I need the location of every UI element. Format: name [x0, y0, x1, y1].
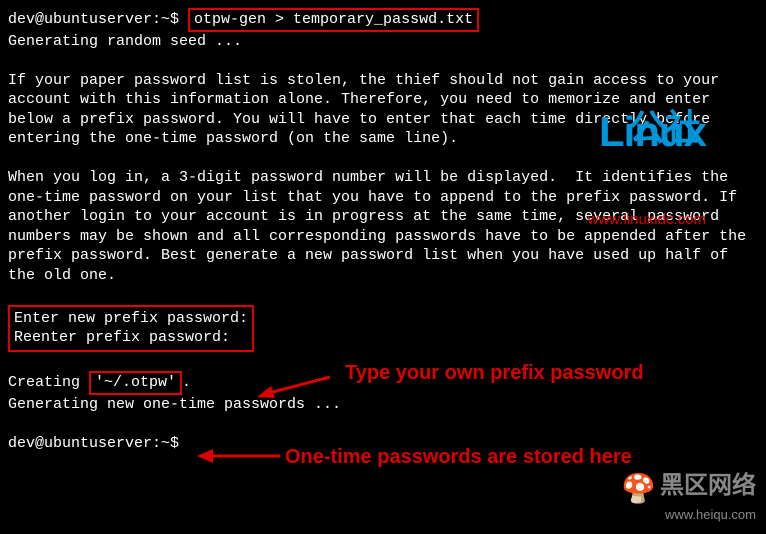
prompt: dev@ubuntuserver:~$ [8, 11, 188, 28]
command-highlight: otpw-gen > temporary_passwd.txt [188, 8, 479, 32]
generating-line: Generating new one-time passwords ... [8, 395, 758, 415]
paragraph-1: If your paper password list is stolen, t… [8, 71, 758, 149]
arrow-icon [195, 446, 285, 466]
watermark-heiqu-url: www.heiqu.com [621, 507, 756, 524]
reenter-line: Reenter prefix password: [14, 328, 248, 348]
annotation-storage-location: One-time passwords are stored here [285, 444, 632, 470]
creating-suffix: . [182, 374, 191, 391]
watermark-heiqu: 🍄黑区网络 www.heiqu.com [621, 470, 756, 524]
mushroom-icon: 🍄 [621, 471, 656, 507]
annotation-prefix-password: Type your own prefix password [345, 360, 644, 386]
terminal-output: dev@ubuntuserver:~$ otpw-gen > temporary… [8, 8, 758, 453]
prefix-password-prompts: Enter new prefix password: Reenter prefi… [8, 305, 254, 352]
arrow-icon [255, 374, 335, 404]
creating-prefix: Creating [8, 374, 89, 391]
paragraph-2: When you log in, a 3-digit password numb… [8, 168, 758, 285]
seed-line: Generating random seed ... [8, 32, 758, 52]
enter-new-line: Enter new prefix password: [14, 309, 248, 329]
command-line: dev@ubuntuserver:~$ otpw-gen > temporary… [8, 8, 758, 32]
watermark-heiqu-chinese: 黑区网络 [660, 472, 756, 499]
otpw-path-highlight: '~/.otpw' [89, 371, 182, 395]
